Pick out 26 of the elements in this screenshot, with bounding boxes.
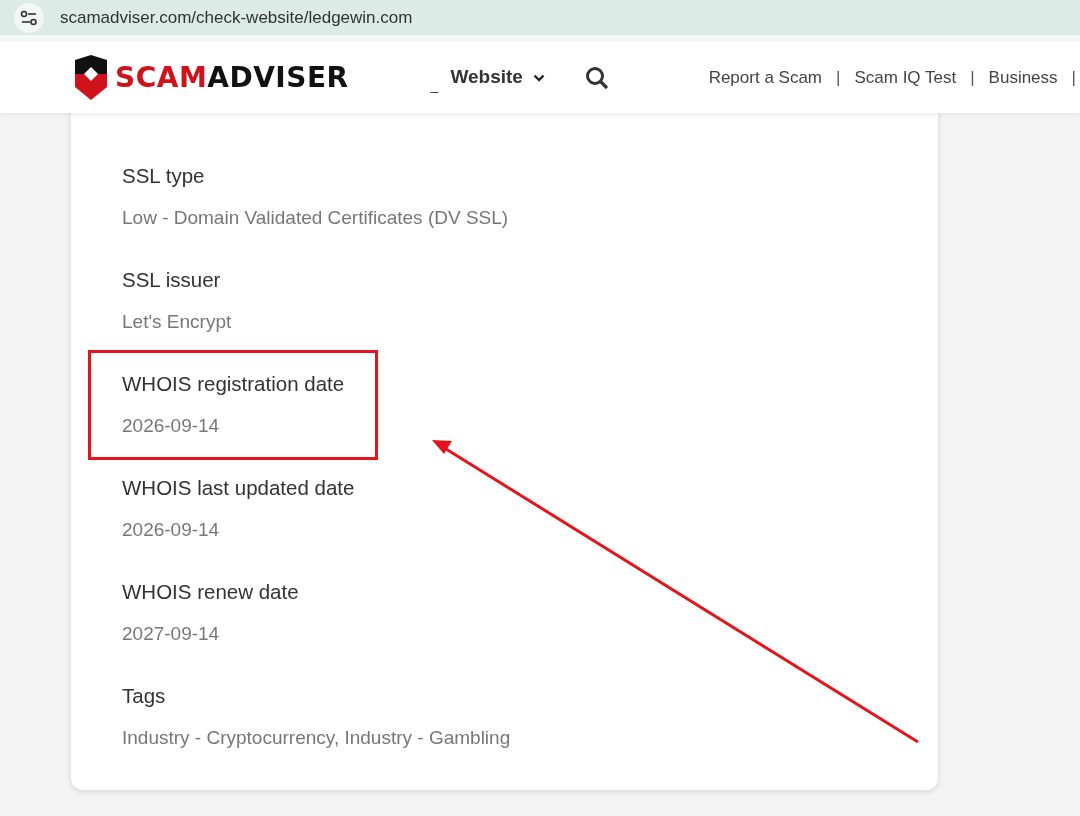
site-settings-icon[interactable] — [14, 2, 44, 33]
field-label: WHOIS registration date — [122, 371, 345, 397]
field-value: Let's Encrypt — [122, 310, 232, 334]
field-label: SSL issuer — [122, 267, 222, 293]
search-icon[interactable] — [584, 65, 609, 90]
field-label: WHOIS last updated date — [122, 475, 355, 501]
field-value: 2026-09-14 — [122, 414, 221, 438]
brand-name[interactable]: SCAMADVISER — [115, 56, 349, 99]
nav-link[interactable]: Scam IQ Test — [854, 64, 957, 91]
shield-logo-icon — [73, 54, 109, 101]
separator: | — [970, 66, 975, 89]
underscore-mark: _ — [430, 76, 439, 95]
website-menu[interactable]: Website — [450, 63, 545, 92]
field-value: Industry - Cryptocurrency, Industry - Gambling — [122, 726, 511, 750]
nav-link[interactable]: Report a Scam — [708, 64, 823, 91]
field-value: 2026-09-14 — [122, 518, 221, 542]
field-value: Low - Domain Validated Certificates (DV SSL) — [122, 206, 509, 230]
nav-link[interactable]: Business — [988, 64, 1058, 91]
field-label: WHOIS renew date — [122, 579, 299, 605]
separator: | — [1071, 66, 1076, 89]
field-label: Tags — [122, 683, 167, 709]
field-value: 2027-09-14 — [122, 622, 221, 646]
separator: | — [836, 66, 841, 89]
field-label: SSL type — [122, 163, 206, 189]
chevron-down-icon — [532, 73, 545, 82]
url-text: scamadviser.com/check-website/ledgewin.com — [60, 6, 413, 29]
